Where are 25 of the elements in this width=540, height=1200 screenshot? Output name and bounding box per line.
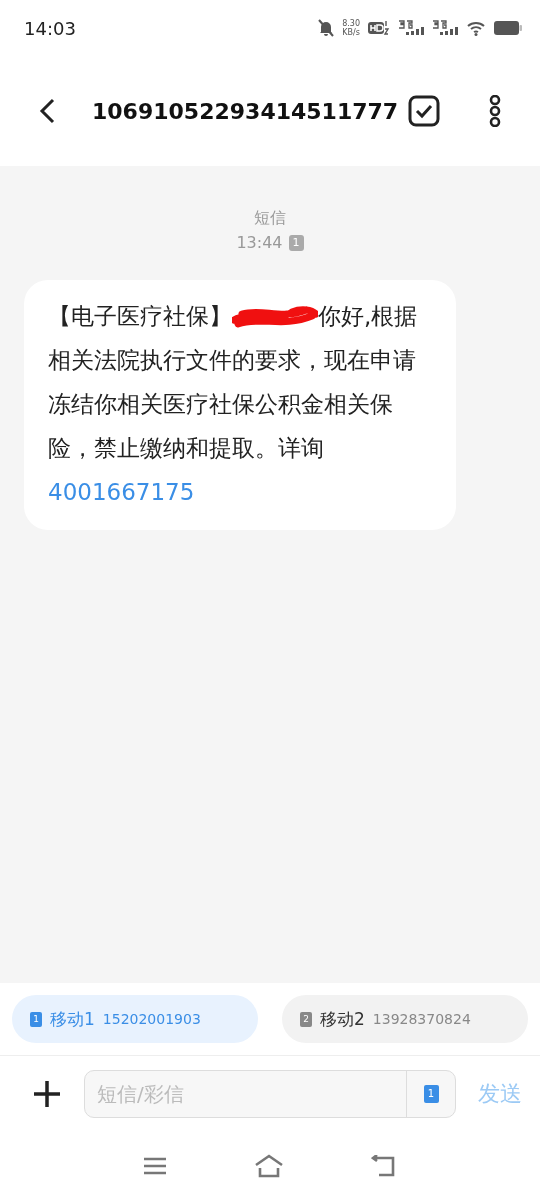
muted-bell-icon <box>318 19 335 37</box>
message-text: 【电子医疗社保】 你好,根据相关法院执行文件的要求，现在申请冻结你相关医疗社保公积金相关保险，禁止缴纳和提取。详询 4001667175 <box>48 294 432 514</box>
message-time: 13:44 <box>236 233 283 252</box>
add-icon[interactable] <box>32 1079 62 1109</box>
menu-icon[interactable] <box>143 1157 168 1175</box>
signal-icon <box>432 20 458 36</box>
sim-badge: 1 <box>288 234 304 251</box>
message-input[interactable]: 短信/彩信 1 <box>84 1070 456 1118</box>
network-speed: 8.30 KB/s <box>342 19 360 37</box>
send-button[interactable]: 发送 <box>478 1079 522 1109</box>
more-icon[interactable] <box>488 95 502 127</box>
signal-icon <box>398 20 424 36</box>
sim-option[interactable]: 2 移动2 13928370824 <box>282 995 528 1043</box>
wifi-icon <box>466 20 486 36</box>
hd-icon <box>368 20 390 36</box>
sim-card-icon[interactable]: 1 <box>423 1085 439 1103</box>
message-channel: 短信 <box>254 208 286 229</box>
sender-number: 10691052293414511777 <box>92 98 400 124</box>
back-icon[interactable] <box>38 98 56 124</box>
checkbox-icon[interactable] <box>408 95 440 127</box>
phone-link[interactable]: 4001667175 <box>48 470 195 514</box>
home-icon[interactable] <box>254 1154 284 1178</box>
battery-icon <box>494 21 522 35</box>
clock: 14:03 <box>24 17 76 39</box>
sim-option[interactable]: 1 移动1 15202001903 <box>12 995 258 1043</box>
